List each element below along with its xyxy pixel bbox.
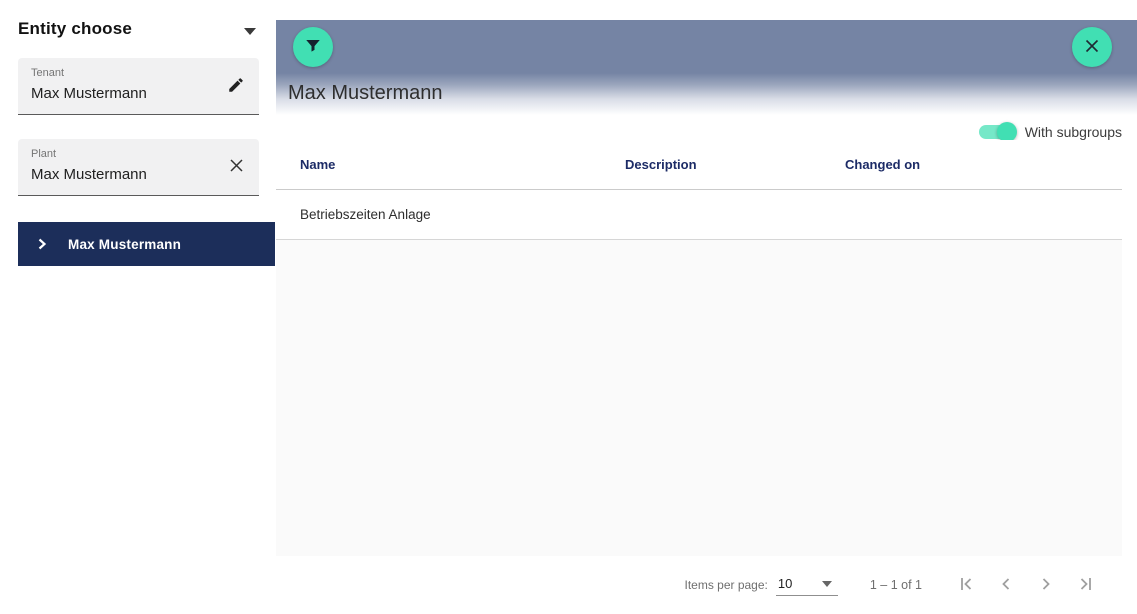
filter-icon [304,37,322,58]
items-per-page-select[interactable]: 10 [776,574,838,596]
last-page-button[interactable] [1066,565,1106,605]
column-header-changed-on: Changed on [845,157,1122,172]
column-header-description: Description [625,157,845,172]
first-page-icon [954,572,978,599]
first-page-button[interactable] [946,565,986,605]
table-row[interactable]: Betriebszeiten Anlage [276,190,1122,240]
plant-field-value: Max Mustermann [31,164,247,186]
tenant-field[interactable]: Tenant Max Mustermann [18,58,259,115]
next-page-button[interactable] [1026,565,1066,605]
collapse-caret-icon[interactable] [244,28,256,35]
paginator: Items per page: 10 1 – 1 of 1 [276,556,1137,614]
table-header-row: Name Description Changed on [276,140,1122,190]
previous-page-icon [994,572,1018,599]
plant-field-label: Plant [31,147,247,161]
cell-name: Betriebszeiten Anlage [300,207,625,222]
dialog-header-bar [276,20,1137,73]
items-per-page-value: 10 [778,576,792,591]
previous-page-button[interactable] [986,565,1026,605]
dialog-title: Max Mustermann [288,82,443,105]
sidebar-header: Entity choose [18,19,256,39]
items-per-page-label: Items per page: [684,578,767,592]
page-title: Entity choose [18,19,132,39]
last-page-icon [1074,572,1098,599]
clear-plant-button[interactable] [223,154,249,180]
column-header-name: Name [300,157,625,172]
next-page-icon [1034,572,1058,599]
toggle-label: With subgroups [1025,124,1122,140]
toggle-thumb [997,122,1017,142]
paginator-range-label: 1 – 1 of 1 [870,578,922,592]
entity-table: Name Description Changed on Betriebszeit… [276,140,1122,240]
entity-dialog: Max Mustermann With subgroups Name Descr… [276,20,1137,614]
chevron-right-icon[interactable] [36,238,48,250]
plant-field[interactable]: Plant Max Mustermann [18,139,259,196]
edit-icon [227,76,245,97]
table-empty-area [276,240,1122,556]
tenant-field-label: Tenant [31,66,247,80]
sidebar-tree-item-selected[interactable]: Max Mustermann [18,222,275,266]
with-subgroups-toggle[interactable] [979,122,1015,142]
close-icon [1083,37,1101,58]
clear-icon [227,156,246,178]
filter-button[interactable] [293,27,333,67]
edit-tenant-button[interactable] [223,73,249,99]
entity-choose-screen: Entity choose Tenant Max Mustermann Plan… [0,0,1137,614]
dropdown-arrow-icon [822,581,832,587]
tree-item-label: Max Mustermann [68,237,181,252]
close-button[interactable] [1072,27,1112,67]
tenant-field-value: Max Mustermann [31,83,247,105]
